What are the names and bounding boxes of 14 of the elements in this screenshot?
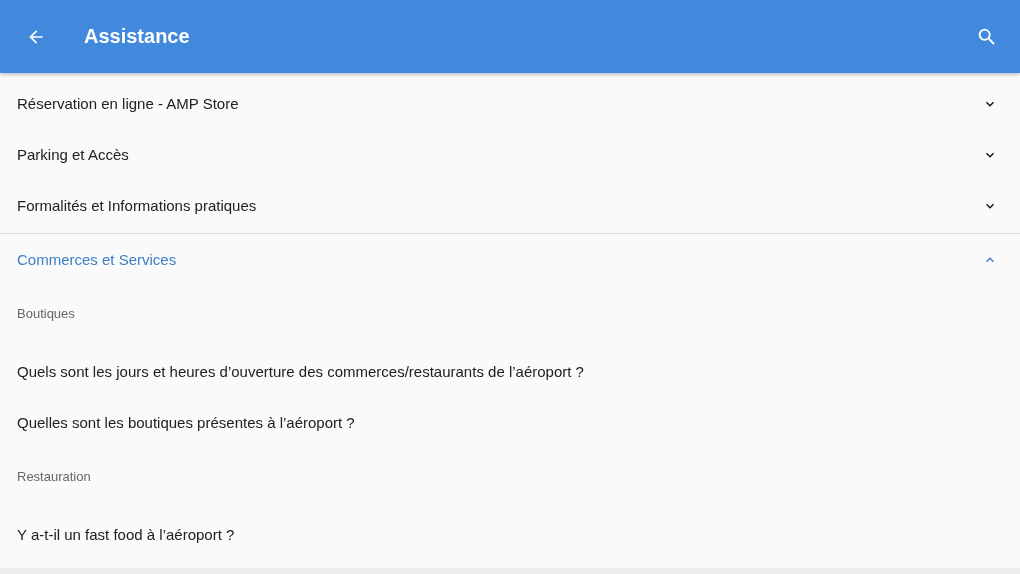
screen-title: Assistance <box>84 25 190 48</box>
group-heading: Boutiques <box>17 306 75 321</box>
section-title: Formalités et Informations pratiques <box>17 197 258 214</box>
section-header[interactable]: Réservation en ligne - AMP Store <box>0 78 1020 129</box>
question-link[interactable]: Quelles sont les boutiques présentes à l’aéroport ? <box>17 414 355 431</box>
question-link[interactable]: Y a-t-il un fast food à l’aéroport ? <box>17 526 235 543</box>
section-header[interactable]: Parking et Accès <box>0 129 1020 180</box>
section-header[interactable]: Formalités et Informations pratiques <box>0 180 1020 231</box>
section-title: Parking et Accès <box>17 146 130 163</box>
section-title: Réservation en ligne - AMP Store <box>17 95 240 112</box>
section-header[interactable]: Commerces et Services <box>0 234 1020 285</box>
question-link[interactable]: Quels sont les jours et heures d’ouverture des commerces/restaurants de l’aéroport ? <box>17 363 584 380</box>
group-heading: Restauration <box>17 469 91 484</box>
section-title: Commerces et Services <box>17 251 178 268</box>
